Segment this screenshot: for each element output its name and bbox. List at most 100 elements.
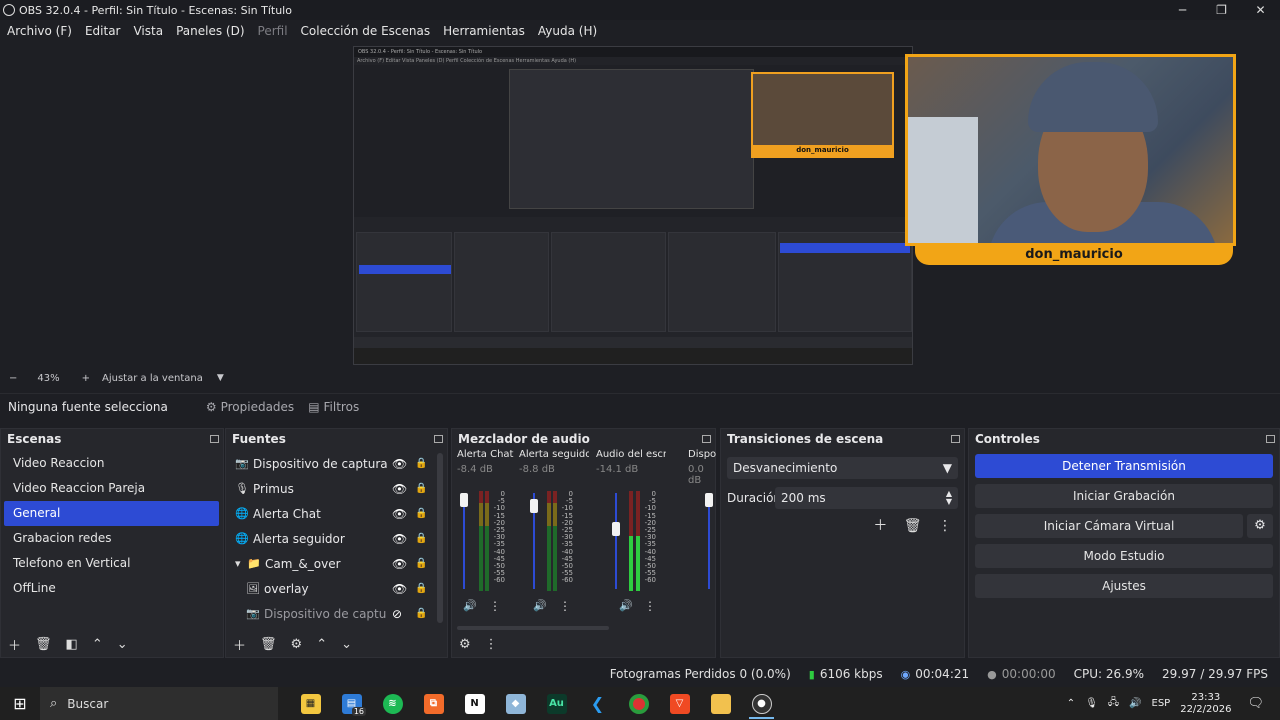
speaker-icon[interactable]: 🔊 [533,599,547,612]
volume-slider-handle[interactable] [530,499,538,514]
zoom-fit-dropdown[interactable]: Ajustar a la ventana [102,373,203,384]
clock[interactable]: 23:33 22/2/2026 [1180,692,1231,716]
delete-transition-icon[interactable]: 🗑 [904,518,922,534]
windows-start-icon[interactable]: ⊞ [0,694,40,713]
microphone-icon[interactable]: 🎙 [1085,698,1098,709]
speaker-icon[interactable]: 🔊 [463,599,477,612]
move-up-icon[interactable]: ⌃ [316,637,327,652]
zoom-in-button[interactable]: + [82,373,90,384]
menu-paneles[interactable]: Paneles (D) [176,24,244,38]
tool-icon[interactable]: ◆ [495,687,536,720]
brave-icon[interactable]: ▽ [659,687,700,720]
undock-icon[interactable] [702,435,711,443]
menu-archivo[interactable]: Archivo (F) [7,24,72,38]
file-explorer-icon[interactable] [700,687,741,720]
undock-icon[interactable] [434,435,443,443]
volume-slider[interactable] [708,493,710,589]
obs-taskbar-icon[interactable]: ● [741,687,782,720]
lock-icon[interactable]: 🔒 [415,533,427,544]
stop-stream-button[interactable]: Detener Transmisión [975,454,1273,478]
more-options-icon[interactable]: ⋮ [644,599,656,613]
store-icon[interactable]: ▦ [290,687,331,720]
source-item[interactable]: 📷 Dispositivo de captura de video 👁 🔒 [226,451,447,476]
more-options-icon[interactable]: ⋮ [489,599,501,613]
audition-icon[interactable]: Au [536,687,577,720]
undock-icon[interactable] [210,435,219,443]
notion-icon[interactable]: N [454,687,495,720]
chevron-up-icon[interactable]: ⌃ [1067,698,1075,709]
source-item[interactable]: 🌐 Alerta Chat 👁 🔒 [226,501,447,526]
filters-button[interactable]: ▤ Filtros [308,400,359,414]
scene-item[interactable]: Video Reaccion [4,451,219,476]
folders-icon[interactable]: ▤ 16 [331,687,372,720]
transition-select[interactable]: Desvanecimiento ▼ [727,457,958,479]
mixer-scrollbar[interactable] [457,626,609,630]
close-button[interactable]: ✕ [1241,0,1280,20]
more-options-icon[interactable]: ⋮ [559,599,571,613]
scene-item[interactable]: Telefono en Vertical [4,551,219,576]
move-down-icon[interactable]: ⌄ [117,637,128,652]
vscode-icon[interactable]: ❮ [577,687,618,720]
minimize-button[interactable]: ─ [1163,0,1202,20]
delete-scene-icon[interactable]: 🗑 [35,637,52,652]
maximize-button[interactable]: ❐ [1202,0,1241,20]
source-item[interactable]: 📷 Dispositivo de captura de video ⊘ 🔒 [226,601,447,626]
source-item[interactable]: 🎙 Primus 👁 🔒 [226,476,447,501]
spin-arrows-icon[interactable]: ▲ ▼ [946,490,952,506]
scene-filters-icon[interactable]: ◧ [66,637,78,652]
scene-item[interactable]: OffLine [4,576,219,601]
visibility-eye-icon[interactable]: 👁 [392,532,407,546]
spotify-icon[interactable]: ≋ [372,687,413,720]
menu-ayuda[interactable]: Ayuda (H) [538,24,597,38]
volume-slider-handle[interactable] [705,493,713,507]
visibility-eye-icon[interactable]: 👁 [392,557,407,571]
lock-icon[interactable]: 🔒 [415,483,427,494]
scene-item-selected[interactable]: General [4,501,219,526]
add-scene-icon[interactable]: ＋ [8,635,21,654]
move-down-icon[interactable]: ⌄ [341,637,352,652]
scene-item[interactable]: Grabacion redes [4,526,219,551]
more-options-icon[interactable]: ⋮ [485,637,498,652]
start-virtual-cam-button[interactable]: Iniciar Cámara Virtual [975,514,1243,538]
source-item[interactable]: 🌐 Alerta seguidor 👁 🔒 [226,526,447,551]
more-options-icon[interactable]: ⋮ [938,518,952,534]
hidden-eye-icon[interactable]: ⊘ [392,607,402,621]
start-recording-button[interactable]: Iniciar Grabación [975,484,1273,508]
undock-icon[interactable] [1266,435,1275,443]
speaker-icon[interactable]: 🔊 [619,599,633,612]
streamlabs-icon[interactable]: ⧉ [413,687,454,720]
lock-icon[interactable]: 🔒 [415,508,427,519]
menu-coleccion-escenas[interactable]: Colección de Escenas [301,24,431,38]
settings-button[interactable]: Ajustes [975,574,1273,598]
volume-slider[interactable] [463,493,465,589]
volume-slider-handle[interactable] [612,521,620,536]
volume-slider-handle[interactable] [460,493,468,507]
source-properties-icon[interactable]: ⚙ [291,637,303,652]
visibility-eye-icon[interactable]: 👁 [392,507,407,521]
lock-icon[interactable]: 🔒 [415,458,427,469]
add-transition-icon[interactable]: ＋ [873,518,887,534]
chrome-icon[interactable] [618,687,659,720]
menu-herramientas[interactable]: Herramientas [443,24,525,38]
network-icon[interactable]: 🖧 [1108,695,1119,712]
undock-icon[interactable] [951,435,960,443]
properties-button[interactable]: ⚙ Propiedades [206,400,294,414]
lock-icon[interactable]: 🔒 [415,558,427,569]
visibility-eye-icon[interactable]: 👁 [392,482,407,496]
gear-icon[interactable]: ⚙ [1247,514,1273,538]
sources-scrollbar[interactable] [437,453,443,623]
language-indicator[interactable]: ESP [1152,698,1171,709]
lock-icon[interactable]: 🔒 [415,608,427,619]
volume-icon[interactable]: 🔊 [1129,698,1141,709]
lock-icon[interactable]: 🔒 [415,583,427,594]
menu-editar[interactable]: Editar [85,24,121,38]
add-source-icon[interactable]: ＋ [233,635,246,654]
source-item[interactable]: 🖼 overlay 👁 🔒 [226,576,447,601]
visibility-eye-icon[interactable]: 👁 [392,582,407,596]
chevron-down-icon[interactable]: ▾ [235,557,247,570]
scene-item[interactable]: Video Reaccion Pareja [4,476,219,501]
studio-mode-button[interactable]: Modo Estudio [975,544,1273,568]
move-up-icon[interactable]: ⌃ [92,637,103,652]
delete-source-icon[interactable]: 🗑 [260,637,277,652]
volume-slider[interactable] [615,493,617,589]
